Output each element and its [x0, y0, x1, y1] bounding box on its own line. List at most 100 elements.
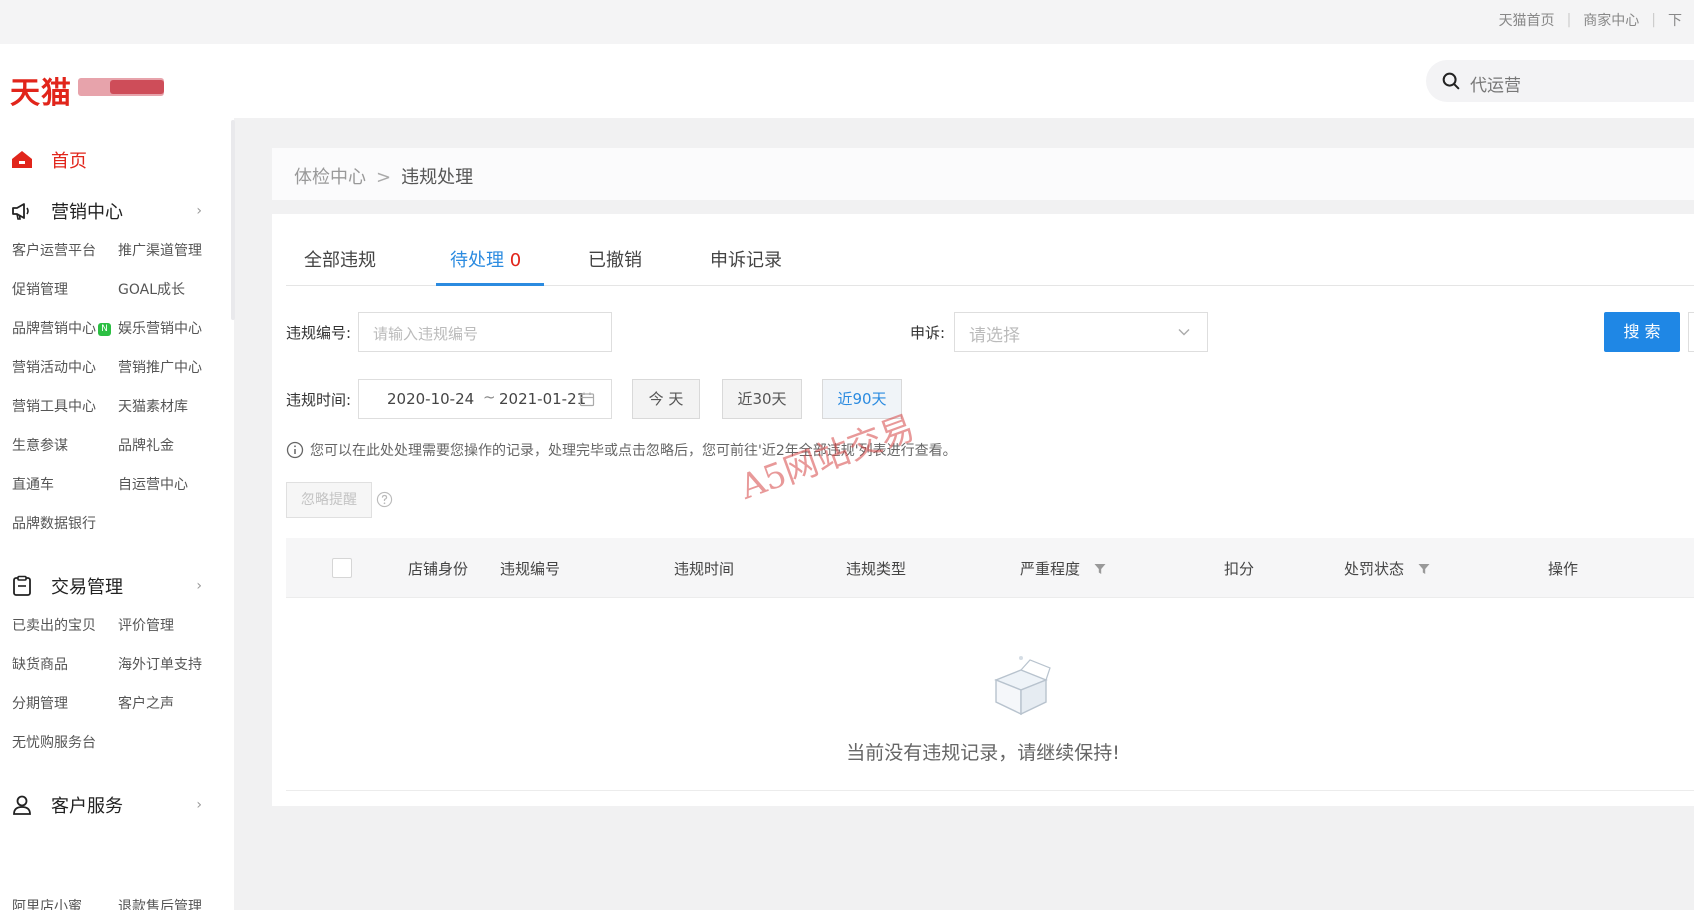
date-range-picker[interactable]: 2020-10-24 ~ 2021-01-21: [358, 379, 612, 419]
sidebar-item-promo-channel[interactable]: 推广渠道管理: [118, 240, 202, 260]
sidebar-item-goal[interactable]: GOAL成长: [118, 279, 185, 299]
user-icon: [13, 795, 31, 815]
notice-text: 您可以在此处处理需要您操作的记录，处理完毕或点击忽略后，您可前往'近2年全部违规…: [310, 443, 957, 459]
column-header-label: 严重程度: [1020, 560, 1081, 578]
sidebar-section-customer-service[interactable]: 客户服务 ›: [0, 790, 226, 820]
breadcrumb: 体检中心 > 违规处理: [294, 163, 473, 189]
sidebar-item-tools[interactable]: 营销工具中心: [12, 396, 96, 416]
sidebar-item-business-advisor[interactable]: 生意参谋: [12, 435, 68, 455]
sidebar-item-worry-free[interactable]: 无忧购服务台: [12, 732, 96, 752]
sidebar-item-promo-center[interactable]: 营销推广中心: [118, 357, 202, 377]
column-header: 违规编号: [500, 560, 561, 578]
chevron-right-icon: ›: [196, 797, 202, 813]
sidebar-item-installments[interactable]: 分期管理: [12, 693, 68, 713]
sidebar-item-label: 首页: [51, 151, 87, 172]
sidebar-section-marketing[interactable]: 营销中心 ›: [0, 196, 226, 226]
violation-time-label: 违规时间:: [286, 391, 352, 409]
empty-state-text: 当前没有违规记录，请继续保持!: [846, 742, 1120, 764]
filter-icon[interactable]: [1418, 563, 1430, 575]
tab-bar: 全部违规 待处理 0 已撤销 申诉记录: [286, 214, 1694, 286]
logo-blurred-part: [110, 80, 164, 94]
sidebar-item-customer-ops[interactable]: 客户运营平台: [12, 240, 96, 260]
select-all-checkbox[interactable]: [332, 558, 352, 578]
breadcrumb-parent[interactable]: 体检中心: [294, 167, 366, 188]
sidebar-item-overseas-orders[interactable]: 海外订单支持: [118, 654, 202, 674]
megaphone-icon: [12, 203, 29, 220]
download-link[interactable]: 下: [1656, 10, 1694, 30]
empty-box-icon: [994, 656, 1051, 716]
filter-icon[interactable]: [1094, 563, 1106, 575]
new-badge: N: [98, 323, 111, 336]
quick-today-button[interactable]: 今 天: [632, 379, 700, 419]
sidebar-item-through-train[interactable]: 直通车: [12, 474, 54, 494]
violation-card: 全部违规 待处理 0 已撤销 申诉记录 违规编号: 请输入违规编号 申诉: 请选…: [272, 214, 1694, 806]
date-end: 2021-01-21: [499, 390, 587, 408]
violation-no-label: 违规编号:: [286, 324, 352, 342]
appeal-label: 申诉:: [910, 324, 946, 342]
info-icon: [286, 441, 304, 459]
severity-column-header[interactable]: 严重程度: [1020, 558, 1106, 579]
sidebar-item-reviews[interactable]: 评价管理: [118, 615, 174, 635]
column-header-label: 处罚状态: [1344, 560, 1405, 578]
sidebar-section-trade[interactable]: 交易管理 ›: [0, 571, 226, 601]
home-icon: [12, 151, 32, 168]
sidebar: 首页 营销中心 › 客户运营平台 推广渠道管理 促销管理 GOAL成长 品牌营销…: [0, 118, 234, 910]
chevron-right-icon: ›: [196, 203, 202, 219]
merchant-center-link[interactable]: 商家中心: [1571, 10, 1651, 30]
sidebar-item-entertainment[interactable]: 娱乐营销中心: [118, 318, 202, 338]
breadcrumb-separator: >: [376, 167, 392, 188]
sidebar-item-promotion[interactable]: 促销管理: [12, 279, 68, 299]
quick-90-days-button[interactable]: 近90天: [822, 379, 902, 419]
search-button[interactable]: 搜 索: [1604, 312, 1680, 352]
chevron-right-icon: ›: [196, 578, 202, 594]
sidebar-item-refund[interactable]: 退款售后管理: [118, 896, 202, 910]
sidebar-section-label: 客户服务: [51, 796, 123, 817]
violation-no-input[interactable]: 请输入违规编号: [358, 312, 612, 352]
tmall-home-link[interactable]: 天猫首页: [1487, 10, 1567, 30]
appeal-select[interactable]: 请选择: [954, 312, 1208, 352]
breadcrumb-current: 违规处理: [401, 167, 474, 188]
reset-button-edge[interactable]: [1688, 312, 1694, 352]
clipboard-icon: [13, 575, 31, 596]
column-header: 操作: [1548, 560, 1579, 578]
help-icon[interactable]: [376, 491, 393, 508]
status-column-header[interactable]: 处罚状态: [1344, 558, 1430, 579]
sidebar-item-store-assistant[interactable]: 阿里店小蜜: [12, 896, 82, 910]
sidebar-item-sold-items[interactable]: 已卖出的宝贝: [12, 615, 96, 635]
tab-pending[interactable]: 待处理 0: [450, 246, 521, 272]
search-box[interactable]: 代运营: [1426, 60, 1694, 102]
ignore-reminder-button[interactable]: 忽略提醒: [286, 482, 372, 518]
column-header: 扣分: [1224, 560, 1255, 578]
pending-count: 0: [509, 250, 522, 271]
date-start: 2020-10-24: [387, 390, 475, 408]
chevron-down-icon: [1178, 329, 1190, 336]
sidebar-item-label: 品牌营销中心: [12, 321, 96, 337]
info-notice: 您可以在此处处理需要您操作的记录，处理完毕或点击忽略后，您可前往'近2年全部违规…: [286, 440, 957, 460]
date-separator: ~: [483, 388, 496, 406]
sidebar-item-brand-gift[interactable]: 品牌礼金: [118, 435, 174, 455]
column-header: 店铺身份: [408, 560, 469, 578]
search-icon: [1442, 72, 1460, 90]
tab-revoked[interactable]: 已撤销: [588, 246, 642, 272]
tab-label: 待处理: [450, 250, 504, 271]
sidebar-item-home[interactable]: 首页: [0, 140, 226, 180]
sidebar-item-activity[interactable]: 营销活动中心: [12, 357, 96, 377]
column-header: 违规类型: [846, 560, 907, 578]
sidebar-item-out-of-stock[interactable]: 缺货商品: [12, 654, 68, 674]
quick-30-days-button[interactable]: 近30天: [722, 379, 802, 419]
tab-all-violations[interactable]: 全部违规: [304, 246, 376, 272]
logo[interactable]: 天猫: [10, 68, 72, 112]
sidebar-item-customer-voice[interactable]: 客户之声: [118, 693, 174, 713]
divider: [286, 790, 1694, 791]
sidebar-section-label: 交易管理: [51, 577, 123, 598]
sidebar-item-materials[interactable]: 天猫素材库: [118, 396, 188, 416]
tab-appeal-records[interactable]: 申诉记录: [710, 246, 782, 272]
sidebar-item-self-ops[interactable]: 自运营中心: [118, 474, 188, 494]
sidebar-item-brand-marketing[interactable]: 品牌营销中心 N: [12, 318, 111, 338]
table-header: 店铺身份 违规编号 违规时间 违规类型 严重程度 扣分 处罚状态 操作: [286, 538, 1694, 598]
sidebar-item-data-bank[interactable]: 品牌数据银行: [12, 513, 96, 533]
header: 天猫 代运营: [0, 44, 1694, 118]
sidebar-scrollbar[interactable]: [231, 120, 235, 320]
input-placeholder: 请输入违规编号: [373, 325, 479, 343]
search-input[interactable]: 代运营: [1470, 71, 1521, 96]
